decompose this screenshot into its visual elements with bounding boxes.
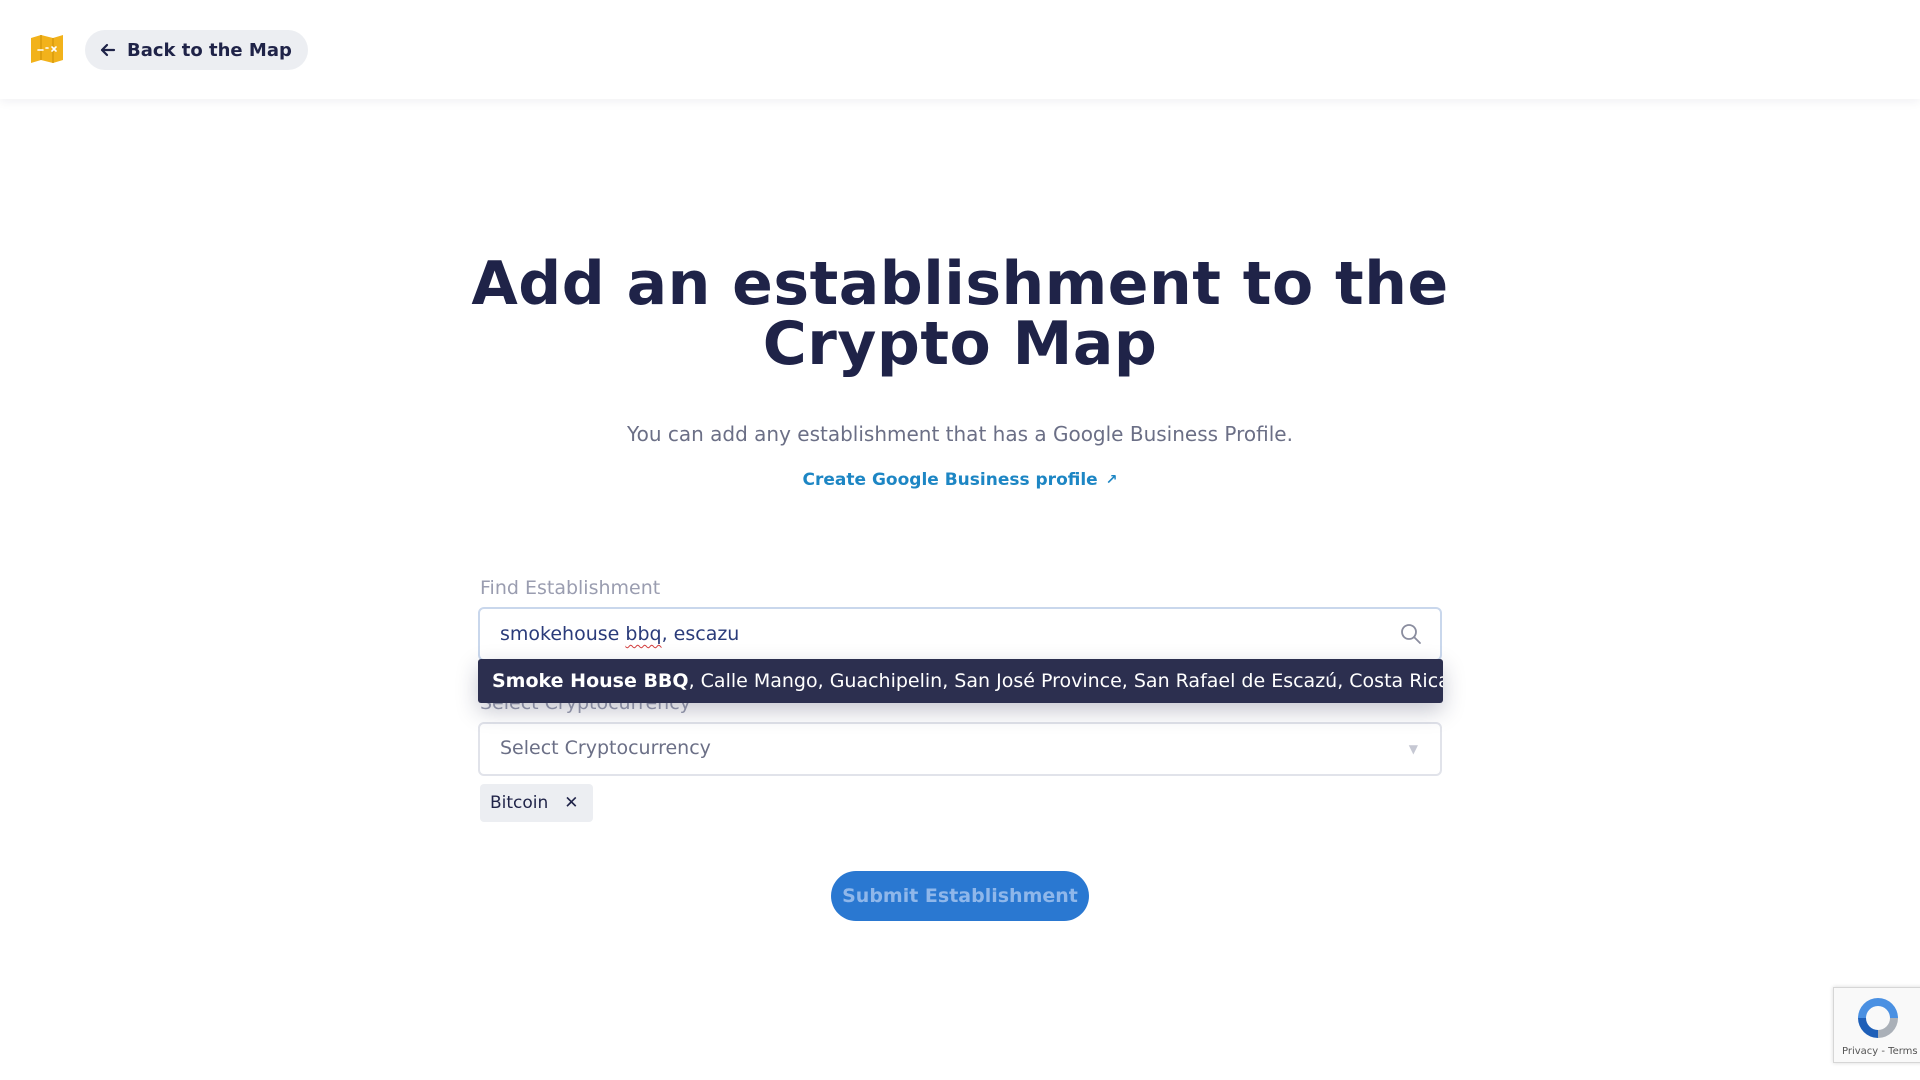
top-bar: Back to the Map	[0, 0, 1920, 99]
submit-establishment-button[interactable]: Submit Establishment	[831, 871, 1089, 921]
suggestion-address: , Calle Mango, Guachipelin, San José Pro…	[688, 670, 1443, 692]
selected-crypto-tag: Bitcoin ✕	[480, 784, 593, 822]
selected-crypto-tag-label: Bitcoin	[490, 793, 549, 813]
arrow-left-icon	[100, 43, 116, 57]
create-google-business-profile-link[interactable]: Create Google Business profile ↗	[710, 470, 1210, 490]
back-to-map-label: Back to the Map	[127, 39, 292, 61]
search-icon[interactable]	[1400, 623, 1422, 645]
cryptocurrency-select[interactable]: Select Cryptocurrency ▼	[478, 722, 1442, 776]
find-establishment-field[interactable]: smokehouse bbq , escazu	[478, 607, 1442, 661]
find-establishment-input[interactable]: smokehouse bbq , escazu	[500, 609, 1380, 659]
create-google-business-profile-label: Create Google Business profile	[802, 470, 1098, 490]
page-title: Add an establishment to the Crypto Map	[471, 249, 1449, 379]
remove-tag-icon[interactable]: ✕	[564, 793, 578, 813]
cryptocurrency-select-placeholder: Select Cryptocurrency	[500, 737, 711, 759]
find-establishment-label: Find Establishment	[480, 577, 661, 599]
recaptcha-badge[interactable]: Privacy - Terms	[1833, 987, 1920, 1063]
autocomplete-suggestion[interactable]: Smoke House BBQ , Calle Mango, Guachipel…	[478, 659, 1443, 703]
external-link-icon: ↗	[1105, 472, 1118, 488]
suggestion-name: Smoke House BBQ	[492, 670, 689, 692]
chevron-down-icon: ▼	[1408, 742, 1418, 756]
recaptcha-icon	[1858, 998, 1898, 1038]
page-subtitle: You can add any establishment that has a…	[627, 422, 1293, 446]
search-text-part: smokehouse	[500, 623, 626, 645]
recaptcha-footer[interactable]: Privacy - Terms	[1842, 1046, 1918, 1057]
crypto-map-logo-icon[interactable]	[30, 34, 64, 64]
back-to-map-button[interactable]: Back to the Map	[85, 30, 308, 70]
search-text-misspelled: bbq	[625, 623, 662, 645]
search-text-part: , escazu	[661, 623, 740, 645]
